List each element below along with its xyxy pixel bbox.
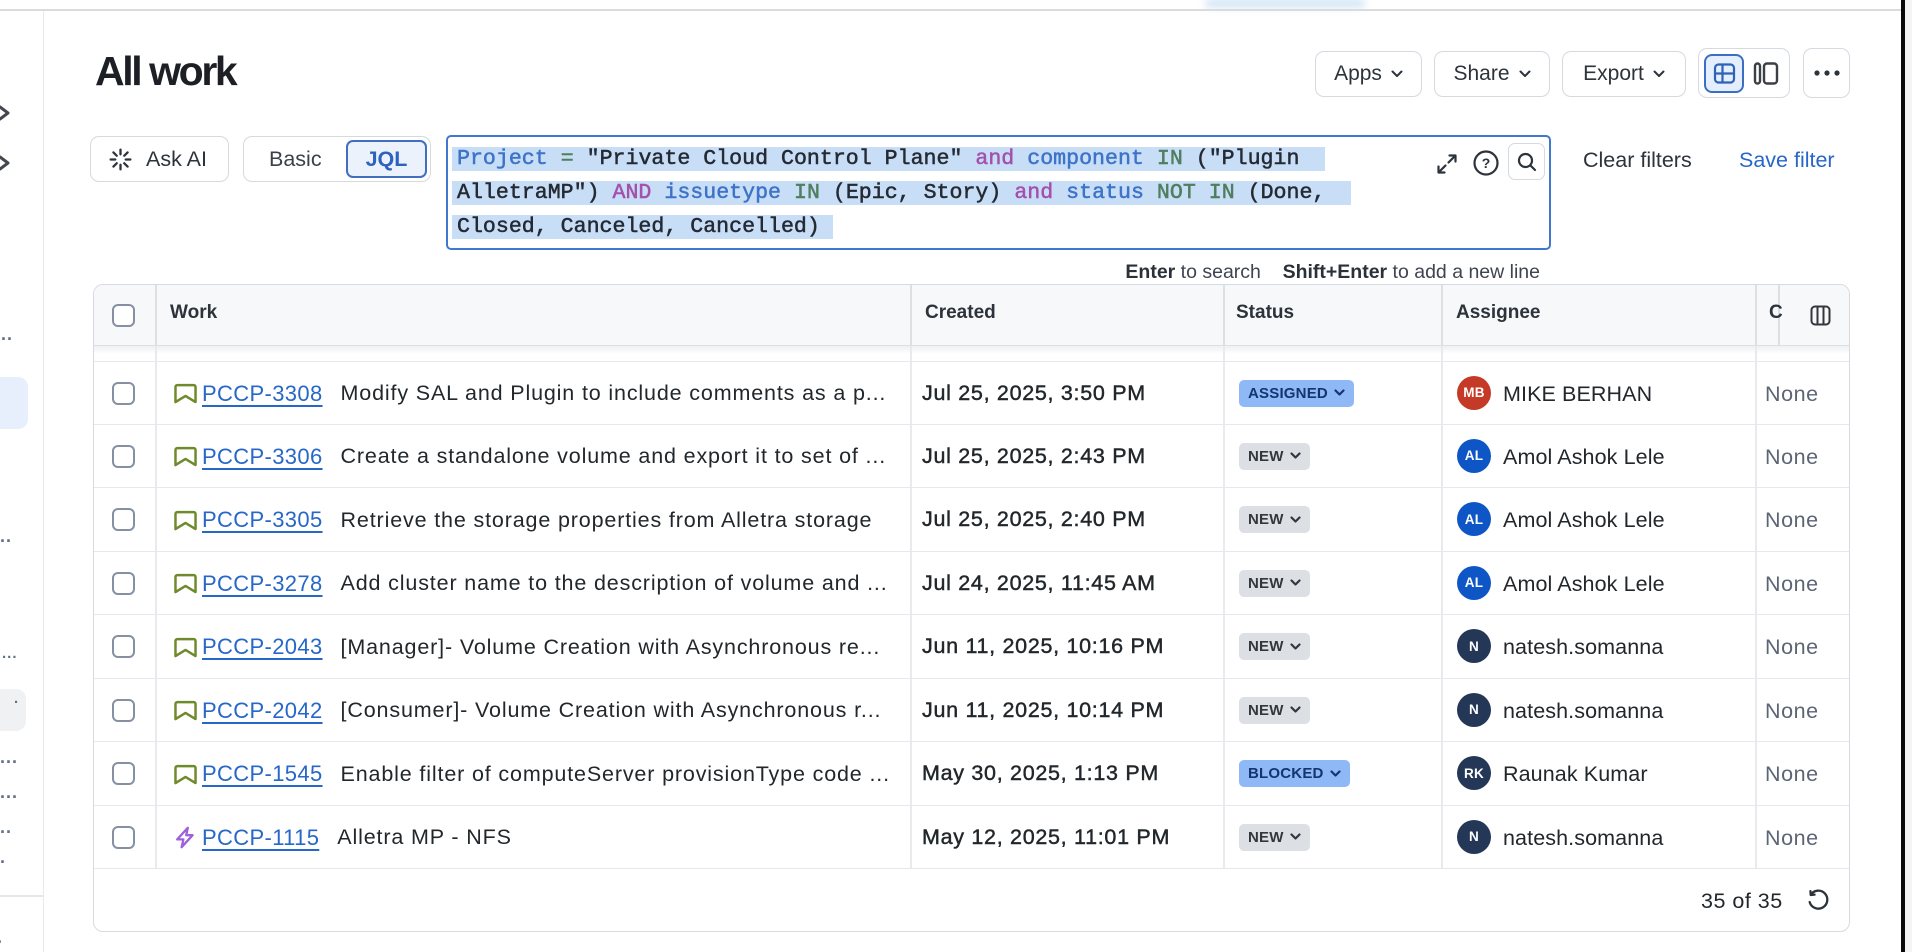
svg-text:?: ? bbox=[1482, 155, 1491, 171]
